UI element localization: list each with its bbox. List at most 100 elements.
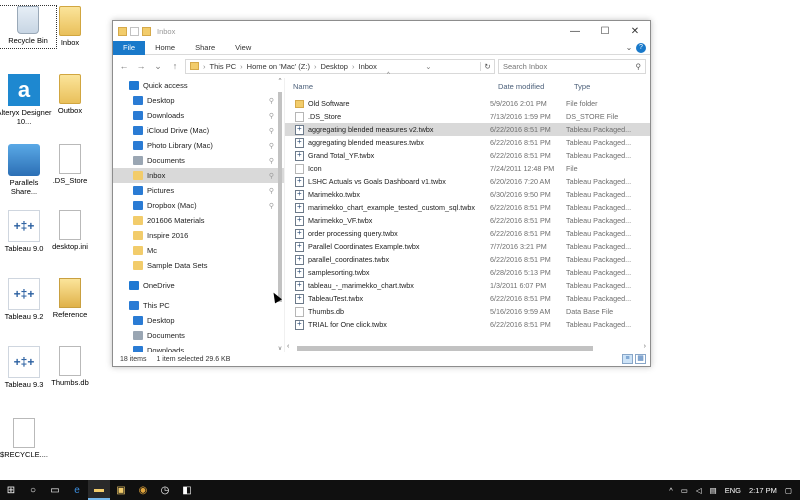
- column-header-date[interactable]: Date modified: [490, 82, 566, 91]
- horizontal-scrollbar[interactable]: ‹ ›: [285, 343, 650, 352]
- nav-item[interactable]: Photo Library (Mac) ⚲: [113, 138, 284, 153]
- nav-item[interactable]: Documents: [113, 328, 284, 343]
- expand-ribbon-icon[interactable]: ⌄: [622, 43, 636, 52]
- close-button[interactable]: ✕: [620, 26, 650, 37]
- tableau-taskbar-icon[interactable]: ◧: [176, 480, 198, 500]
- desktop-icon-thumbs-db[interactable]: Thumbs.db: [42, 346, 98, 387]
- task-view-icon[interactable]: ▭: [44, 480, 66, 500]
- nav-item[interactable]: OneDrive: [113, 278, 284, 293]
- nav-item[interactable]: Pictures ⚲: [113, 183, 284, 198]
- file-row[interactable]: aggregating blended measures.twbx 6/22/20…: [285, 136, 650, 149]
- nav-item-label: Sample Data Sets: [147, 261, 208, 270]
- file-explorer-icon[interactable]: ▬: [88, 480, 110, 500]
- desktop-icon-inbox[interactable]: Inbox: [42, 6, 98, 47]
- desktop-icon-ds-store[interactable]: .DS_Store: [42, 144, 98, 185]
- search-box[interactable]: ⚲: [498, 58, 646, 74]
- nav-scrollbar[interactable]: ^ v: [276, 78, 284, 352]
- file-row[interactable]: parallel_coordinates.twbx 6/22/2016 8:51 …: [285, 253, 650, 266]
- file-row[interactable]: Marimekko.twbx 6/30/2016 9:50 PM Tableau P…: [285, 188, 650, 201]
- chrome-icon[interactable]: ◉: [132, 480, 154, 500]
- title-bar[interactable]: Inbox — ☐ ✕: [113, 21, 650, 41]
- nav-item[interactable]: Dropbox (Mac) ⚲: [113, 198, 284, 213]
- desktop-icon-desktop-ini[interactable]: desktop.ini: [42, 210, 98, 251]
- forward-arrow-icon[interactable]: →: [134, 61, 148, 71]
- address-dropdown-icon[interactable]: ⌄: [425, 62, 431, 71]
- tab-view[interactable]: View: [225, 41, 261, 55]
- file-row[interactable]: Parallel Coordinates Example.twbx 7/7/201…: [285, 240, 650, 253]
- file-row[interactable]: Thumbs.db 5/16/2016 9:59 AM Data Base File: [285, 305, 650, 318]
- nav-item[interactable]: 201606 Materials: [113, 213, 284, 228]
- minimize-button[interactable]: —: [560, 26, 590, 37]
- address-bar[interactable]: › This PC › Home on 'Mac' (Z:) › Desktop…: [185, 58, 495, 74]
- back-arrow-icon[interactable]: ←: [117, 61, 131, 71]
- search-icon[interactable]: ○: [22, 480, 44, 500]
- nav-item[interactable]: This PC: [113, 298, 284, 313]
- up-arrow-icon[interactable]: ↑: [168, 61, 182, 71]
- search-input[interactable]: [503, 61, 636, 71]
- nav-item[interactable]: Downloads ⚲: [113, 108, 284, 123]
- properties-icon[interactable]: [130, 26, 139, 36]
- nav-item[interactable]: iCloud Drive (Mac) ⚲: [113, 123, 284, 138]
- column-header-name[interactable]: Name: [285, 82, 490, 91]
- scrollbar-thumb[interactable]: [297, 346, 593, 351]
- tab-share[interactable]: Share: [185, 41, 225, 55]
- nav-item[interactable]: Quick access: [113, 78, 284, 93]
- help-icon[interactable]: ?: [636, 42, 646, 53]
- desktop-icon-recycle-folder[interactable]: $RECYCLE....: [0, 418, 52, 459]
- file-row[interactable]: Marimekko_VF.twbx 6/22/2016 8:51 PM Tablea…: [285, 214, 650, 227]
- refresh-icon[interactable]: ↻: [479, 61, 494, 71]
- file-row[interactable]: .DS_Store 7/13/2016 1:59 PM DS_STORE File: [285, 110, 650, 123]
- notifications-icon[interactable]: ▤: [710, 486, 717, 495]
- start-button[interactable]: ⊞: [0, 480, 22, 500]
- file-row[interactable]: Old Software 5/9/2016 2:01 PM File folder: [285, 97, 650, 110]
- recent-locations-icon[interactable]: ⌄: [151, 61, 165, 72]
- folder-icon: [295, 99, 304, 108]
- nav-item[interactable]: Inspire 2016: [113, 228, 284, 243]
- nav-item[interactable]: Mc: [113, 243, 284, 258]
- volume-icon[interactable]: ◁: [696, 486, 702, 495]
- file-row[interactable]: tableau_-_marimekko_chart.twbx 1/3/2011 6…: [285, 279, 650, 292]
- language-indicator[interactable]: ENG: [725, 486, 741, 495]
- clock[interactable]: 2:17 PM: [749, 486, 777, 495]
- breadcrumb-desktop[interactable]: Desktop: [320, 62, 348, 71]
- app-icon[interactable]: ◷: [154, 480, 176, 500]
- file-row[interactable]: samplesorting.twbx 6/28/2016 5:13 PM Table…: [285, 266, 650, 279]
- file-name: order processing query.twbx: [308, 229, 398, 238]
- edge-icon[interactable]: e: [66, 480, 88, 500]
- show-hidden-icons-icon[interactable]: ^: [669, 486, 673, 495]
- file-row[interactable]: Grand Total_YF.twbx 6/22/2016 8:51 PM Tabl…: [285, 149, 650, 162]
- new-folder-icon[interactable]: [142, 26, 151, 36]
- nav-item[interactable]: Desktop: [113, 313, 284, 328]
- nav-item[interactable]: Documents ⚲: [113, 153, 284, 168]
- details-view-icon[interactable]: ≡: [622, 354, 633, 364]
- tab-home[interactable]: Home: [145, 41, 185, 55]
- network-icon[interactable]: ▭: [681, 486, 688, 495]
- large-icons-view-icon[interactable]: ▦: [635, 354, 646, 364]
- file-row[interactable]: TableauTest.twbx 6/22/2016 8:51 PM Tableau…: [285, 292, 650, 305]
- column-header-type[interactable]: Type: [566, 82, 646, 91]
- file-row[interactable]: aggregating blended measures v2.twbx 6/22…: [285, 123, 650, 136]
- file-row[interactable]: marimekko_chart_example_tested_custom_sq…: [285, 201, 650, 214]
- file-row[interactable]: TRIAL for One click.twbx 6/22/2016 8:51 P…: [285, 318, 650, 331]
- breadcrumb-inbox[interactable]: Inbox: [358, 62, 376, 71]
- action-center-icon[interactable]: ▢: [785, 486, 792, 495]
- desktop-icon-reference[interactable]: Reference: [42, 278, 98, 319]
- breadcrumb-this-pc[interactable]: This PC: [210, 62, 237, 71]
- nav-item[interactable]: Inbox ⚲: [113, 168, 284, 183]
- file-row[interactable]: Icon 7/24/2011 12:48 PM File: [285, 162, 650, 175]
- maximize-button[interactable]: ☐: [590, 26, 620, 37]
- file-row[interactable]: LSHC Actuals vs Goals Dashboard v1.twbx 6…: [285, 175, 650, 188]
- breadcrumb-mac-drive[interactable]: Home on 'Mac' (Z:): [247, 62, 310, 71]
- nav-item[interactable]: Desktop ⚲: [113, 93, 284, 108]
- scroll-left-icon[interactable]: ‹: [287, 343, 289, 350]
- store-icon[interactable]: ▣: [110, 480, 132, 500]
- nav-item[interactable]: Downloads: [113, 343, 284, 352]
- search-icon[interactable]: ⚲: [636, 62, 642, 71]
- file-row[interactable]: order processing query.twbx 6/22/2016 8:5…: [285, 227, 650, 240]
- scrollbar-thumb[interactable]: [278, 92, 282, 302]
- tab-file[interactable]: File: [113, 40, 146, 55]
- scroll-right-icon[interactable]: ›: [644, 343, 646, 350]
- nav-item[interactable]: Sample Data Sets: [113, 258, 284, 273]
- desktop-icon-outbox[interactable]: Outbox: [42, 74, 98, 115]
- scroll-up-icon[interactable]: ^: [276, 78, 284, 84]
